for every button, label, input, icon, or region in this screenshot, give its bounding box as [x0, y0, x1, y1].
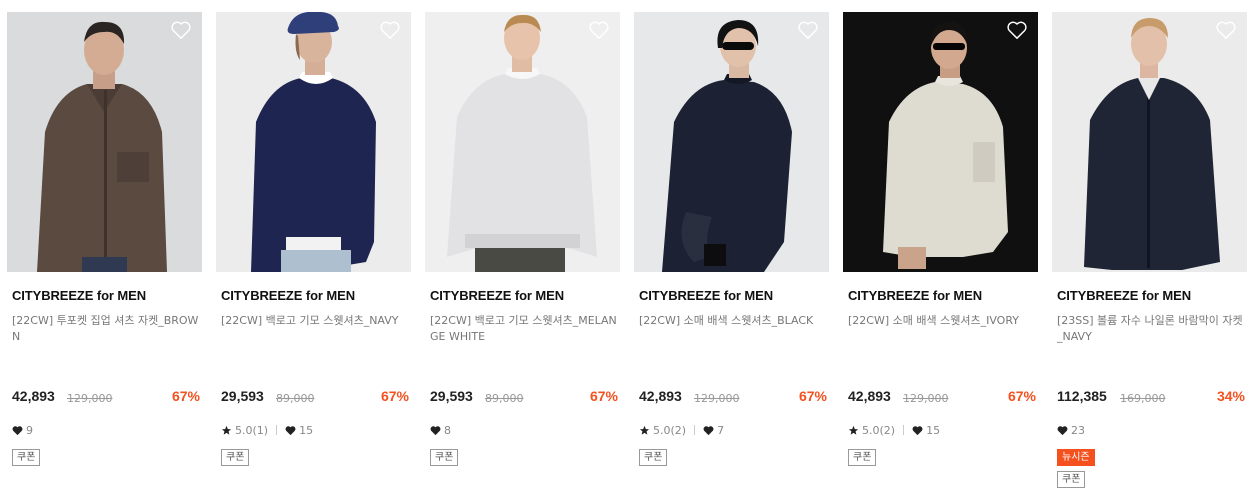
- discount-rate: 34%: [1216, 388, 1245, 404]
- star-icon: [639, 425, 650, 435]
- sale-price: 112,385: [1057, 388, 1107, 404]
- product-meta: 23: [1057, 423, 1085, 437]
- discount-rate: 67%: [798, 388, 827, 404]
- rating-value: 5.0(1): [235, 423, 269, 437]
- product-image[interactable]: [7, 12, 202, 272]
- wishlist-heart-icon[interactable]: [379, 20, 401, 40]
- original-price: 129,000: [67, 392, 113, 405]
- likes-count: 15: [299, 423, 314, 437]
- brand-name[interactable]: CITYBREEZE for MEN: [430, 288, 564, 303]
- original-price: 89,000: [276, 392, 315, 405]
- coupon-tag: 쿠폰: [848, 449, 877, 466]
- meta-divider: [903, 425, 905, 435]
- meta-divider: [694, 425, 696, 435]
- sale-price: 29,593: [221, 388, 264, 404]
- price-row: 42,893 129,000 67%: [639, 388, 827, 408]
- product-name[interactable]: [22CW] 투포켓 집업 셔츠 자켓_BROWN: [12, 313, 200, 345]
- original-price: 169,000: [1120, 392, 1166, 405]
- product-card[interactable]: CITYBREEZE for MEN [23SS] 볼륨 자수 나일론 바람막이…: [1052, 12, 1247, 490]
- product-meta: 9: [12, 423, 33, 437]
- coupon-tag: 쿠폰: [221, 449, 250, 466]
- sale-price: 42,893: [639, 388, 682, 404]
- product-image[interactable]: [1052, 12, 1247, 272]
- product-image[interactable]: [216, 12, 411, 272]
- wishlist-heart-icon[interactable]: [1006, 20, 1028, 40]
- product-image[interactable]: [634, 12, 829, 272]
- price-row: 42,893 129,000 67%: [12, 388, 200, 408]
- likes-count: 7: [717, 423, 725, 437]
- original-price: 89,000: [485, 392, 524, 405]
- price-row: 29,593 89,000 67%: [221, 388, 409, 408]
- product-meta: 5.0(1) 15: [221, 423, 313, 437]
- new-season-badge: 뉴시즌: [1057, 449, 1095, 466]
- wishlist-heart-icon[interactable]: [797, 20, 819, 40]
- discount-rate: 67%: [1007, 388, 1036, 404]
- heart-filled-icon: [703, 425, 714, 435]
- product-card[interactable]: CITYBREEZE for MEN [22CW] 백로고 기모 스웻셔츠_NA…: [216, 12, 411, 490]
- brand-name[interactable]: CITYBREEZE for MEN: [848, 288, 982, 303]
- price-row: 42,893 129,000 67%: [848, 388, 1036, 408]
- discount-rate: 67%: [380, 388, 409, 404]
- sale-price: 42,893: [12, 388, 55, 404]
- sale-price: 42,893: [848, 388, 891, 404]
- wishlist-heart-icon[interactable]: [588, 20, 610, 40]
- heart-filled-icon: [430, 425, 441, 435]
- product-image[interactable]: [425, 12, 620, 272]
- wishlist-heart-icon[interactable]: [1215, 20, 1237, 40]
- product-name[interactable]: [22CW] 백로고 기모 스웻셔츠_NAVY: [221, 313, 409, 329]
- price-row: 112,385 169,000 34%: [1057, 388, 1245, 408]
- original-price: 129,000: [694, 392, 740, 405]
- product-card[interactable]: CITYBREEZE for MEN [22CW] 백로고 기모 스웻셔츠_ME…: [425, 12, 620, 490]
- coupon-tag: 쿠폰: [639, 449, 668, 466]
- original-price: 129,000: [903, 392, 949, 405]
- heart-filled-icon: [912, 425, 923, 435]
- brand-name[interactable]: CITYBREEZE for MEN: [221, 288, 355, 303]
- likes-count: 9: [26, 423, 33, 437]
- product-meta: 5.0(2) 7: [639, 423, 724, 437]
- coupon-tag: 쿠폰: [1057, 471, 1086, 488]
- rating-value: 5.0(2): [653, 423, 687, 437]
- likes-count: 8: [444, 423, 451, 437]
- star-icon: [221, 425, 232, 435]
- meta-divider: [276, 425, 278, 435]
- discount-rate: 67%: [589, 388, 618, 404]
- product-name[interactable]: [23SS] 볼륨 자수 나일론 바람막이 자켓_NAVY: [1057, 313, 1245, 345]
- rating-value: 5.0(2): [862, 423, 896, 437]
- heart-filled-icon: [12, 425, 23, 435]
- star-icon: [848, 425, 859, 435]
- product-name[interactable]: [22CW] 소매 배색 스웻셔츠_IVORY: [848, 313, 1036, 329]
- product-image[interactable]: [843, 12, 1038, 272]
- product-card[interactable]: CITYBREEZE for MEN [22CW] 소매 배색 스웻셔츠_BLA…: [634, 12, 829, 490]
- sale-price: 29,593: [430, 388, 473, 404]
- brand-name[interactable]: CITYBREEZE for MEN: [639, 288, 773, 303]
- discount-rate: 67%: [171, 388, 200, 404]
- product-card[interactable]: CITYBREEZE for MEN [22CW] 소매 배색 스웻셔츠_IVO…: [843, 12, 1038, 490]
- likes-count: 15: [926, 423, 941, 437]
- product-name[interactable]: [22CW] 백로고 기모 스웻셔츠_MELANGE WHITE: [430, 313, 618, 345]
- brand-name[interactable]: CITYBREEZE for MEN: [1057, 288, 1191, 303]
- product-name[interactable]: [22CW] 소매 배색 스웻셔츠_BLACK: [639, 313, 827, 329]
- wishlist-heart-icon[interactable]: [170, 20, 192, 40]
- heart-filled-icon: [285, 425, 296, 435]
- coupon-tag: 쿠폰: [430, 449, 459, 466]
- product-meta: 8: [430, 423, 451, 437]
- product-card[interactable]: CITYBREEZE for MEN [22CW] 투포켓 집업 셔츠 자켓_B…: [7, 12, 202, 490]
- brand-name[interactable]: CITYBREEZE for MEN: [12, 288, 146, 303]
- heart-filled-icon: [1057, 425, 1068, 435]
- coupon-tag: 쿠폰: [12, 449, 41, 466]
- product-meta: 5.0(2) 15: [848, 423, 940, 437]
- price-row: 29,593 89,000 67%: [430, 388, 618, 408]
- likes-count: 23: [1071, 423, 1085, 437]
- product-grid: CITYBREEZE for MEN [22CW] 투포켓 집업 셔츠 자켓_B…: [0, 0, 1255, 490]
